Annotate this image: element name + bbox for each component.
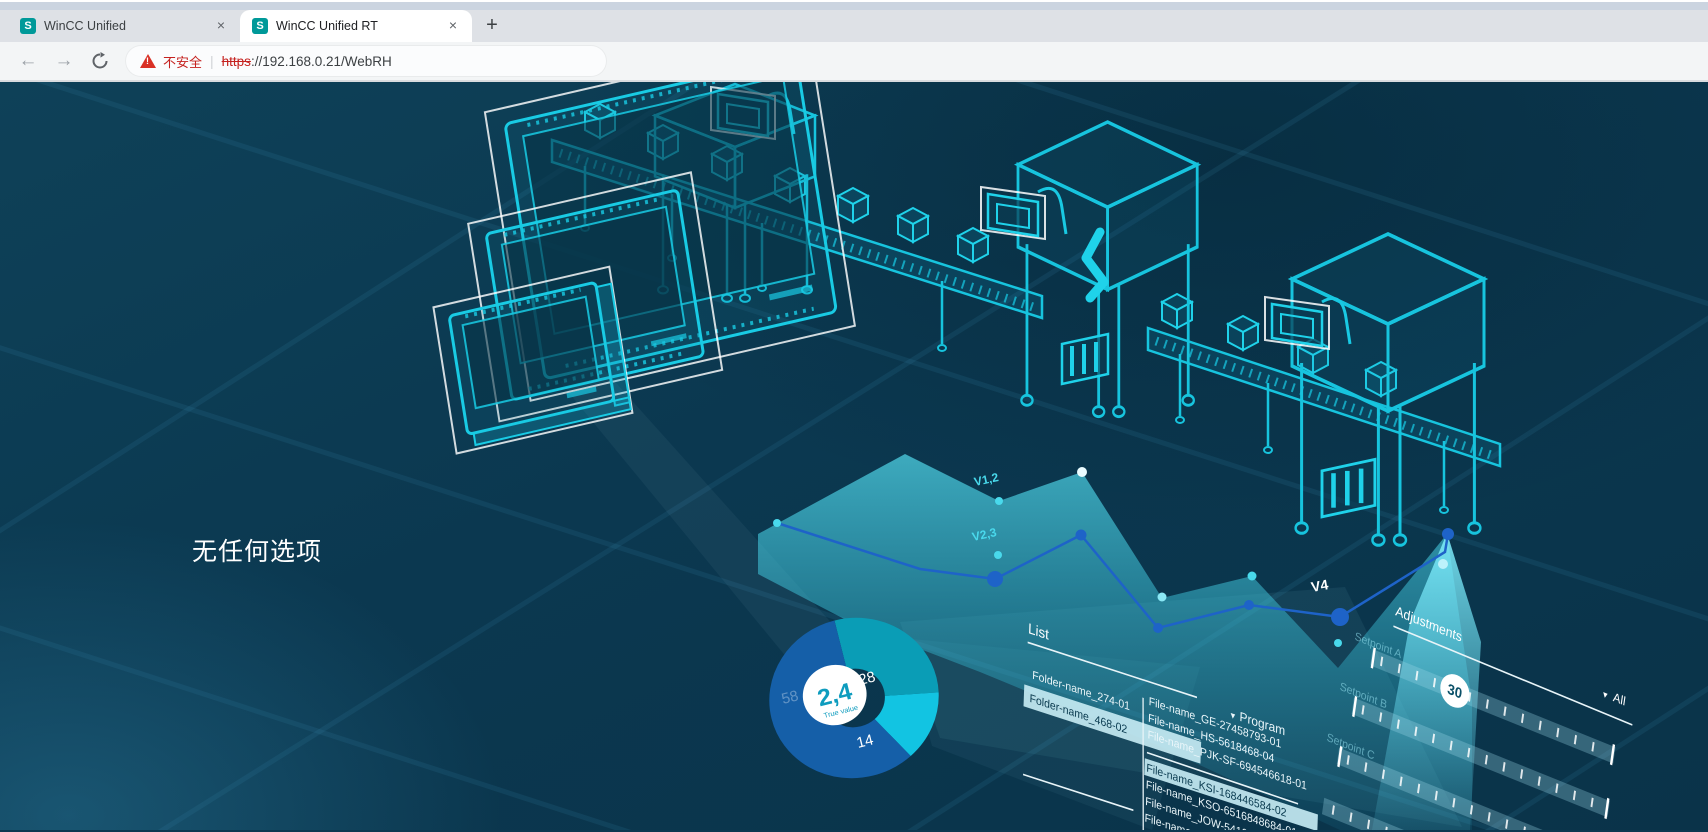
tab-close-icon[interactable]: × <box>212 17 230 35</box>
address-bar[interactable]: 不安全 | https://192.168.0.21/WebRH <box>126 46 606 76</box>
tab-close-icon[interactable]: × <box>444 17 462 35</box>
slider-badge-80: 80 <box>1547 825 1580 830</box>
dropdown-arrow-icon: ▼ <box>1601 689 1610 701</box>
no-options-message: 无任何选项 <box>192 532 322 568</box>
reload-icon[interactable] <box>86 47 114 75</box>
tab-wincc-unified[interactable]: S WinCC Unified × <box>8 10 240 42</box>
series-label-v4: V4 <box>1310 576 1330 595</box>
wincc-page: V1,2 V2,3 V4 2,4 True value 28 14 58 Lis… <box>0 82 1708 830</box>
back-icon[interactable]: ← <box>14 47 42 75</box>
address-separator: | <box>210 53 214 69</box>
donut-chart: 2,4 True value 28 14 58 <box>780 631 924 765</box>
tab-title: WinCC Unified <box>44 19 212 33</box>
siemens-favicon: S <box>20 18 36 34</box>
tab-strip: S WinCC Unified × S WinCC Unified RT × + <box>0 10 1708 42</box>
url-rest: ://192.168.0.21/WebRH <box>251 54 392 69</box>
url-text: https://192.168.0.21/WebRH <box>222 54 392 69</box>
tab-wincc-unified-rt[interactable]: S WinCC Unified RT × <box>240 10 472 42</box>
machine-2 <box>1018 122 1197 417</box>
warning-icon <box>140 54 156 68</box>
window-titlebar <box>0 0 1708 10</box>
all-dropdown: ▼ All <box>1601 682 1627 710</box>
series-label-v12: V1,2 <box>973 470 1000 489</box>
tab-title: WinCC Unified RT <box>276 19 444 33</box>
forward-icon[interactable]: → <box>50 47 78 75</box>
new-tab-button[interactable]: + <box>478 12 506 40</box>
siemens-favicon: S <box>252 18 268 34</box>
browser-toolbar: ← → 不安全 | https://192.168.0.21/WebRH <box>0 42 1708 82</box>
security-warning-label: 不安全 <box>163 52 202 71</box>
struck-https: https <box>222 54 251 69</box>
wincc-artwork: V1,2 V2,3 V4 2,4 True value 28 14 58 Lis… <box>0 82 1708 830</box>
